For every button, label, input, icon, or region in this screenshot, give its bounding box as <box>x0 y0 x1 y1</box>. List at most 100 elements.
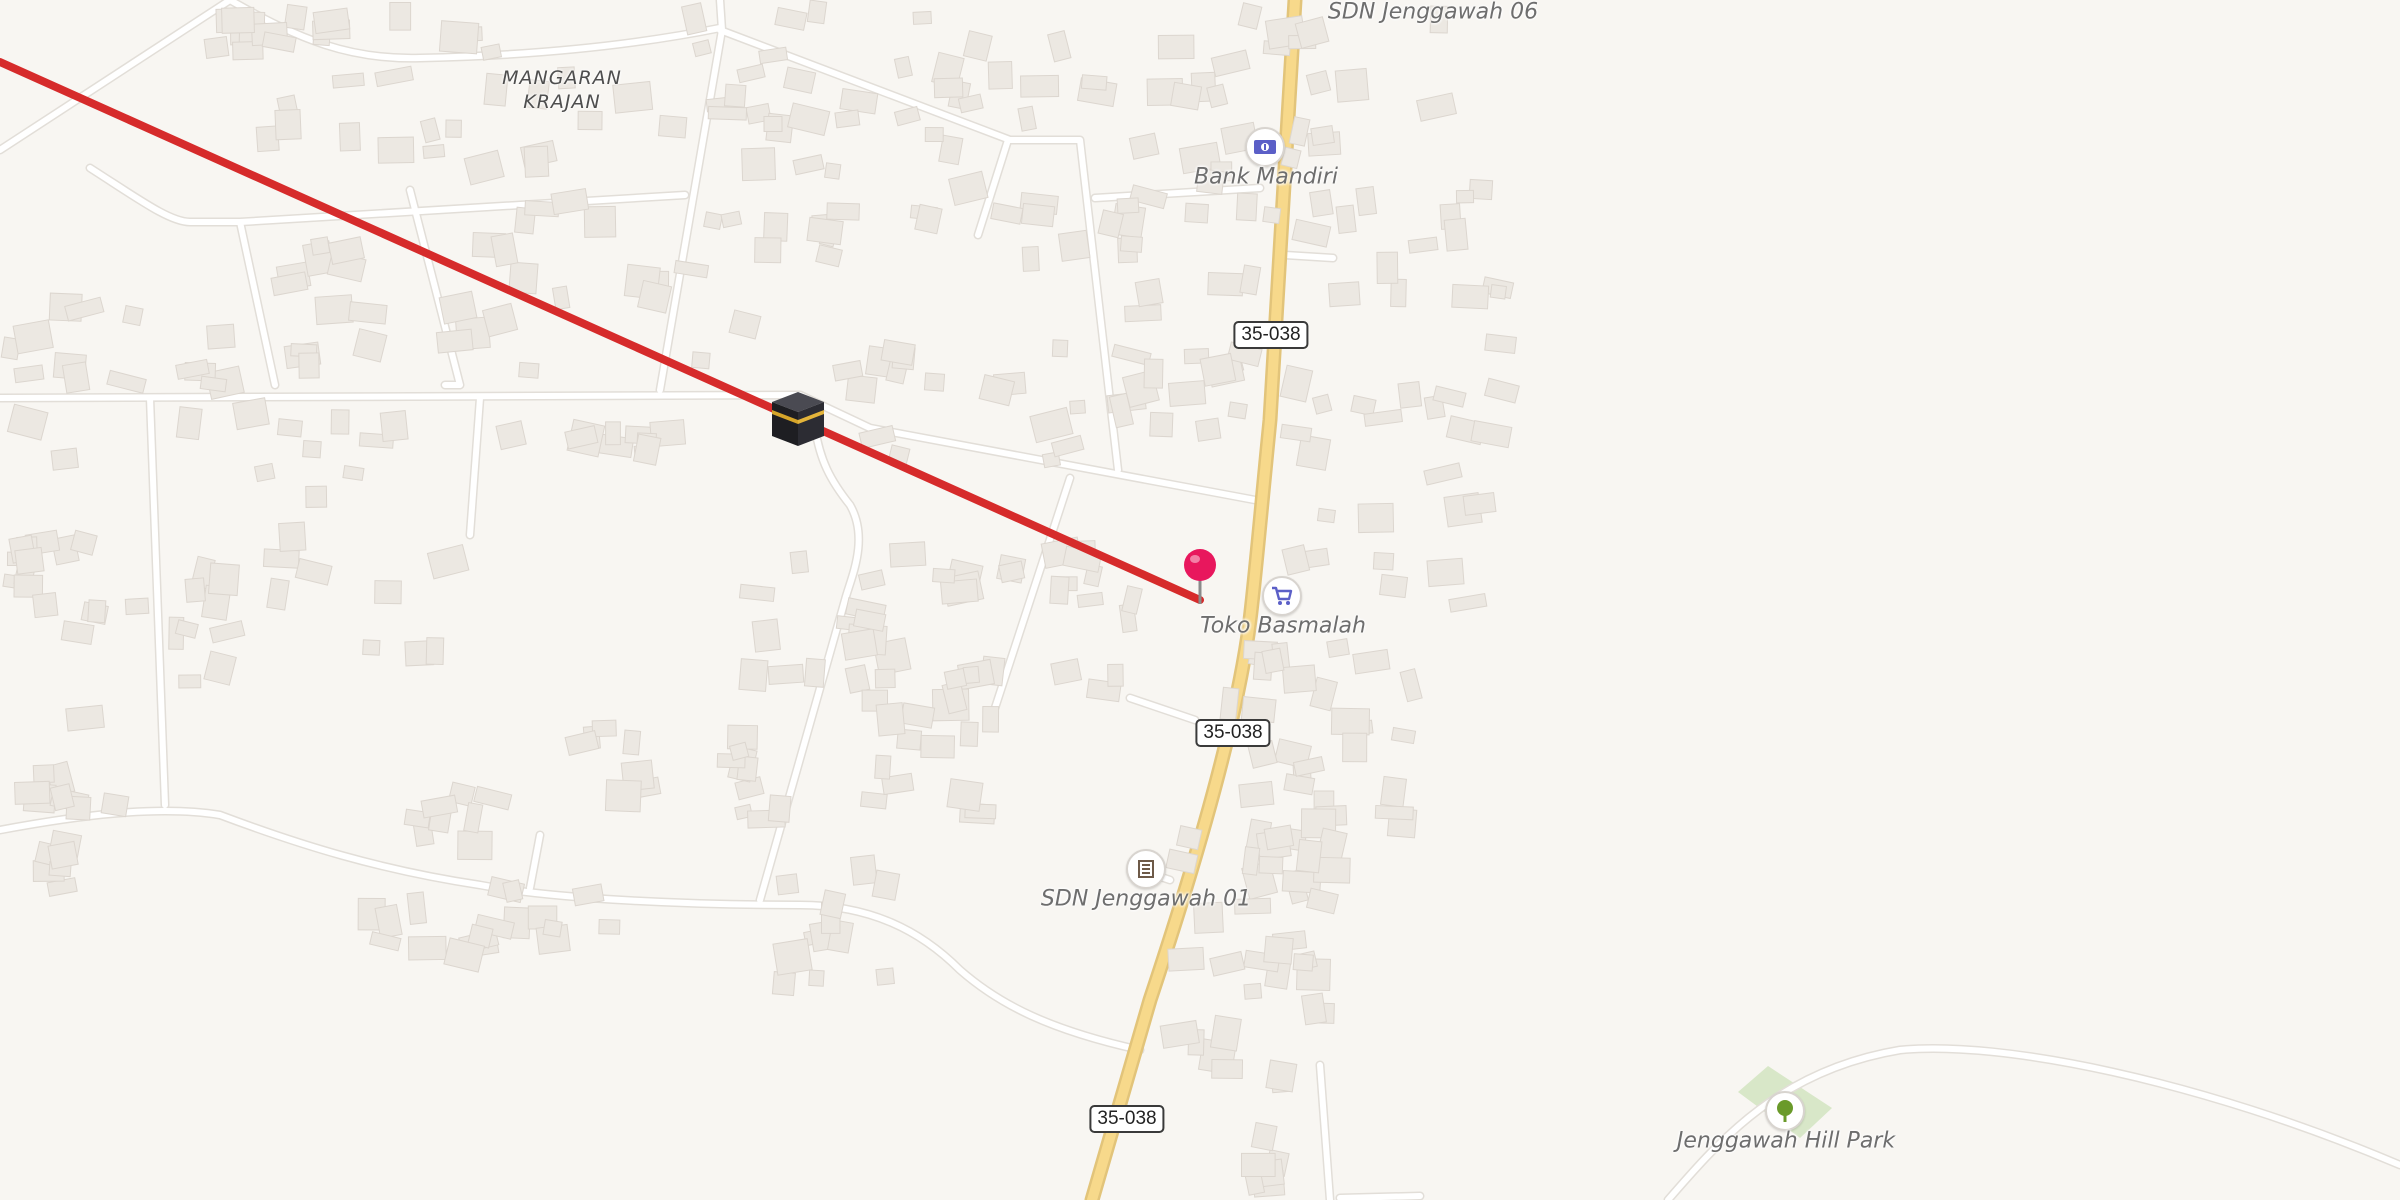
building <box>720 210 743 229</box>
building <box>834 109 861 129</box>
building <box>1235 192 1258 222</box>
building <box>859 791 888 810</box>
building <box>1357 502 1395 534</box>
building <box>550 187 590 216</box>
building <box>1483 377 1520 404</box>
school-icon[interactable] <box>1126 849 1166 889</box>
building <box>1149 411 1174 438</box>
building <box>767 663 805 685</box>
shopping-cart-icon[interactable] <box>1262 576 1302 616</box>
building <box>1020 202 1056 228</box>
building <box>806 0 828 25</box>
building <box>1342 732 1368 763</box>
building <box>808 969 825 987</box>
building <box>1484 333 1517 355</box>
building <box>294 557 333 586</box>
building <box>1227 401 1248 420</box>
building <box>826 202 860 221</box>
building <box>203 36 230 59</box>
building <box>1426 557 1465 588</box>
building <box>481 302 519 338</box>
building <box>874 754 892 780</box>
building <box>1379 573 1409 599</box>
building <box>691 39 712 58</box>
building <box>1262 206 1282 225</box>
building <box>754 237 782 264</box>
building <box>763 115 783 133</box>
building <box>1330 707 1371 736</box>
building <box>1134 277 1164 308</box>
building <box>691 351 711 370</box>
building <box>946 778 984 812</box>
building <box>1128 132 1160 160</box>
building <box>374 580 402 605</box>
building <box>495 420 527 451</box>
building <box>1076 591 1104 609</box>
building <box>782 66 817 94</box>
kaaba-icon[interactable] <box>770 390 826 448</box>
map-canvas[interactable]: MANGARAN KRAJAN 35-038 35-038 35-038 Ban… <box>0 0 2400 1200</box>
building <box>751 618 781 653</box>
building <box>920 734 956 759</box>
building <box>1310 125 1336 147</box>
building <box>815 244 843 268</box>
building <box>422 144 446 159</box>
building <box>1219 686 1240 722</box>
building <box>208 620 246 644</box>
building <box>232 397 270 431</box>
bank-icon[interactable] <box>1245 127 1285 167</box>
building <box>312 7 351 35</box>
building <box>1050 434 1085 458</box>
building <box>122 304 144 327</box>
building <box>13 364 45 384</box>
building <box>1355 186 1378 217</box>
building <box>636 279 673 314</box>
building <box>1379 775 1408 808</box>
building <box>962 30 993 62</box>
building <box>824 162 842 180</box>
building <box>377 136 415 164</box>
building <box>342 465 365 482</box>
building <box>178 674 202 689</box>
building <box>1121 585 1143 615</box>
route-shield: 35-038 <box>1089 1105 1165 1133</box>
tree-icon[interactable] <box>1765 1091 1805 1131</box>
building <box>374 65 414 88</box>
location-pin-icon[interactable] <box>1182 548 1218 606</box>
building <box>1334 67 1370 103</box>
poi-label-sdn-jenggawah-06[interactable]: SDN Jenggawah 06 <box>1328 0 1538 25</box>
building <box>1250 1121 1278 1152</box>
building <box>13 574 44 598</box>
building <box>331 72 365 89</box>
route-shield: 35-038 <box>1233 321 1309 349</box>
building <box>1397 381 1423 409</box>
poi-label-bank-mandiri[interactable]: Bank Mandiri <box>1194 165 1338 190</box>
building <box>1157 34 1195 60</box>
building <box>789 550 810 575</box>
building <box>314 294 354 326</box>
building <box>845 374 878 404</box>
building <box>767 794 792 823</box>
building <box>266 577 290 611</box>
building <box>932 567 956 584</box>
building <box>490 232 519 268</box>
building <box>1049 575 1070 605</box>
building <box>338 122 361 152</box>
building <box>875 967 896 986</box>
building <box>857 569 886 591</box>
building <box>1241 846 1261 876</box>
building <box>389 2 412 31</box>
poi-label-jenggawah-hill-park[interactable]: Jenggawah Hill Park <box>1677 1129 1895 1154</box>
building <box>583 205 617 238</box>
building <box>1210 49 1251 78</box>
building <box>1258 855 1284 875</box>
building <box>723 83 747 108</box>
building <box>1462 491 1497 516</box>
building <box>577 110 603 131</box>
poi-label-toko-basmalah[interactable]: Toko Basmalah <box>1200 614 1366 639</box>
building <box>278 521 307 552</box>
building <box>518 361 540 379</box>
building <box>1119 235 1143 253</box>
building <box>32 764 55 784</box>
poi-label-sdn-jenggawah-01[interactable]: SDN Jenggawah 01 <box>1041 887 1251 912</box>
